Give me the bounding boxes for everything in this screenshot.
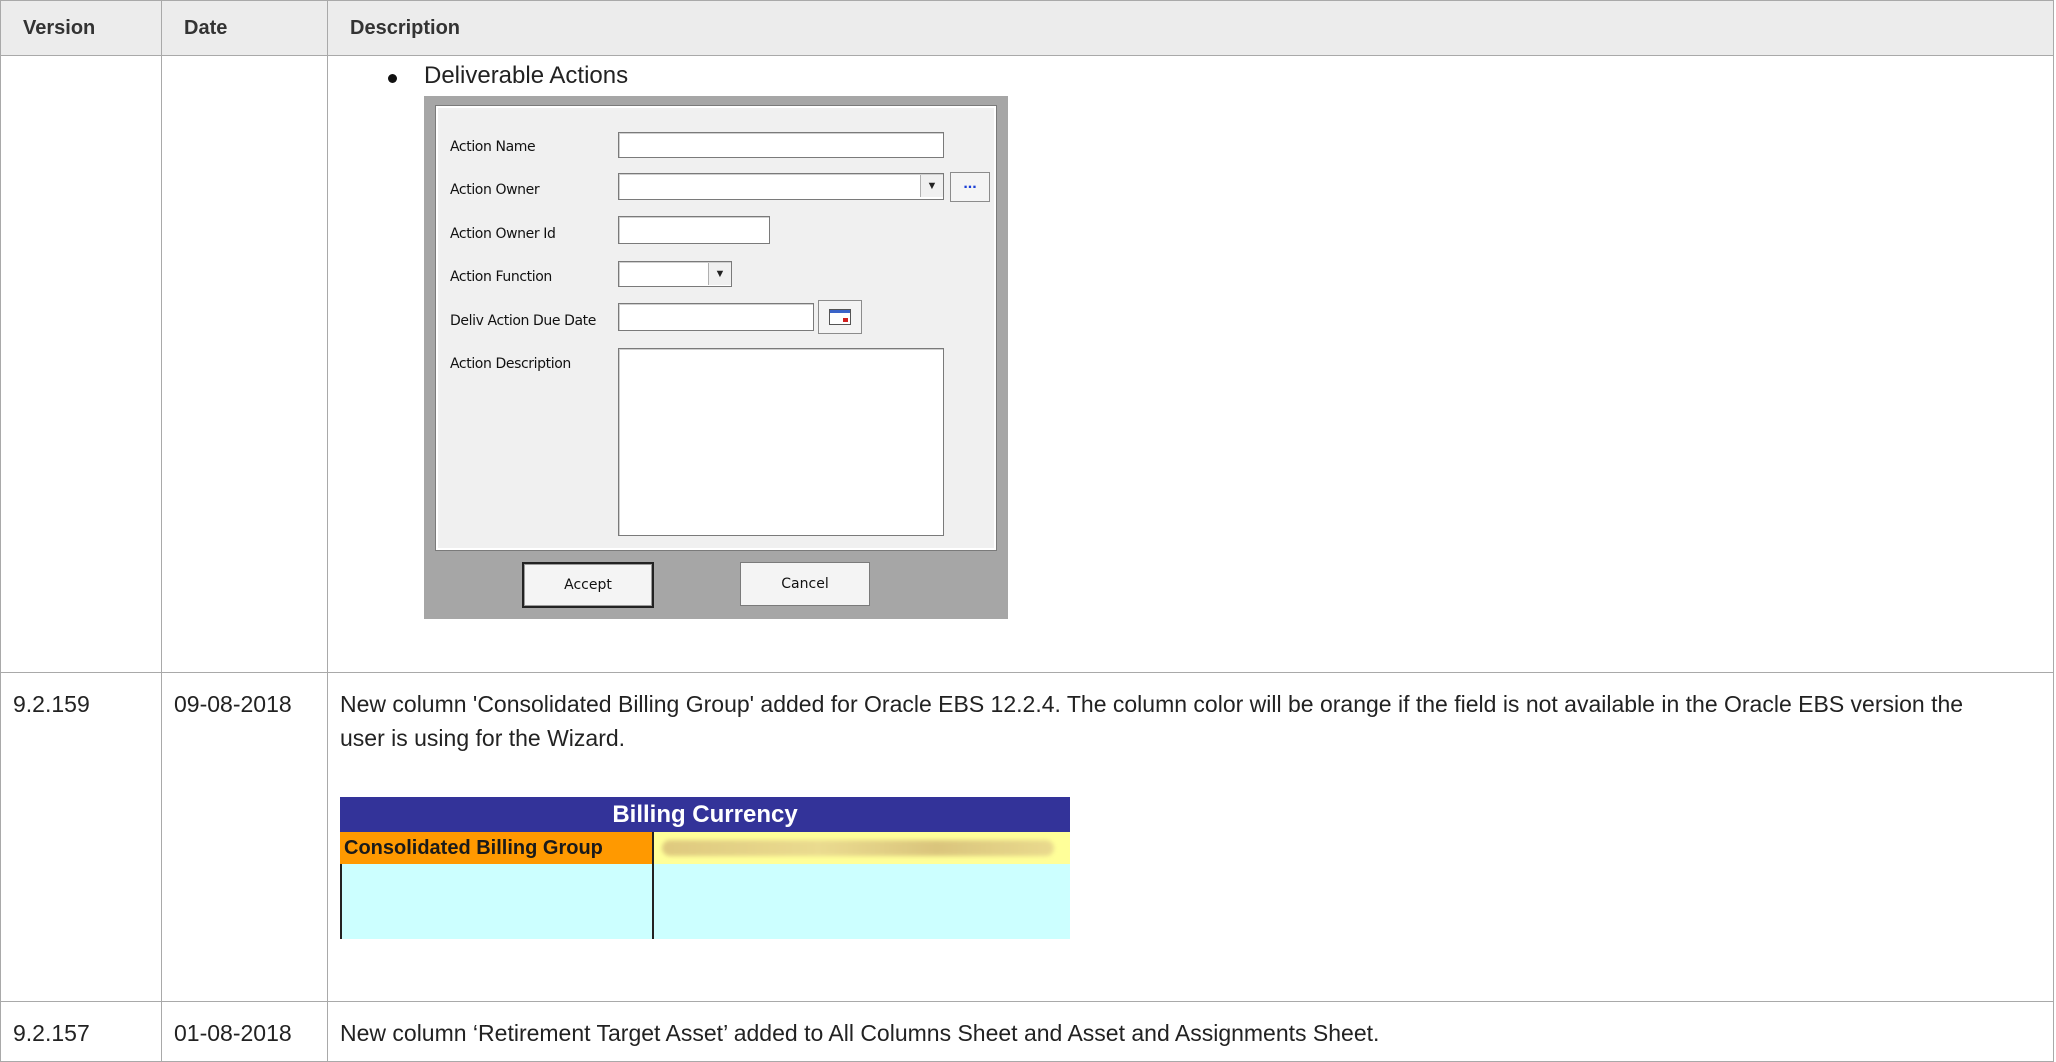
date-cell [161, 55, 328, 673]
header-description: Description [327, 0, 2054, 56]
table-header-row: Version Date Description [0, 0, 2054, 56]
description-text: New column 'Consolidated Billing Group' … [340, 691, 1964, 751]
billing-currency-header: Billing Currency [340, 797, 1070, 832]
calendar-icon [829, 309, 851, 325]
sheet-cell [340, 864, 654, 939]
deliv-action-due-date-input[interactable] [618, 303, 814, 331]
billing-currency-sheet-image: Billing Currency Consolidated Billing Gr… [340, 797, 1070, 941]
deliverable-actions-dialog: Action Name Action Owner ▼ ... Action Ow… [424, 96, 1008, 619]
action-function-label: Action Function [450, 269, 552, 285]
deliv-action-due-date-label: Deliv Action Due Date [450, 313, 596, 329]
action-description-textarea[interactable] [618, 348, 944, 536]
change-log-table: Version Date Description Deliverable Act… [0, 0, 2054, 1062]
header-date: Date [161, 0, 328, 56]
blurred-text [662, 840, 1054, 856]
bullet-item: Deliverable Actions [328, 56, 2053, 92]
chevron-down-icon: ▼ [708, 263, 731, 285]
action-name-input[interactable] [618, 132, 944, 158]
sheet-cell [654, 864, 1070, 939]
table-row: 9.2.159 09-08-2018 New column 'Consolida… [0, 672, 2054, 1002]
blurred-column-header [654, 832, 1070, 864]
accept-button[interactable]: Accept [522, 562, 654, 608]
version-cell [0, 55, 162, 673]
action-function-select[interactable]: ▼ [618, 261, 732, 287]
date-text: 01-08-2018 [174, 1020, 292, 1046]
bullet-text: Deliverable Actions [424, 62, 629, 89]
consolidated-billing-group-column: Consolidated Billing Group [340, 832, 654, 864]
version-text: 9.2.157 [13, 1020, 90, 1046]
date-cell: 09-08-2018 [161, 672, 328, 1002]
version-cell: 9.2.159 [0, 672, 162, 1002]
date-picker-button[interactable] [818, 300, 862, 334]
table-row: Deliverable Actions Action Name Action O… [0, 55, 2054, 673]
action-name-label: Action Name [450, 139, 536, 155]
action-owner-label: Action Owner [450, 182, 540, 198]
action-description-label: Action Description [450, 356, 571, 372]
date-cell: 01-08-2018 [161, 1001, 328, 1062]
cancel-button[interactable]: Cancel [740, 562, 870, 606]
description-cell: New column ‘Retirement Target Asset’ add… [327, 1001, 2054, 1062]
action-owner-id-input[interactable] [618, 216, 770, 244]
version-text: 9.2.159 [13, 691, 90, 717]
description-cell: New column 'Consolidated Billing Group' … [327, 672, 2054, 1002]
description-cell: Deliverable Actions Action Name Action O… [327, 55, 2054, 673]
bullet-icon [388, 74, 397, 83]
table-row: 9.2.157 01-08-2018 New column ‘Retiremen… [0, 1001, 2054, 1062]
action-owner-id-label: Action Owner Id [450, 226, 556, 242]
action-owner-lookup-button[interactable]: ... [950, 172, 990, 202]
version-cell: 9.2.157 [0, 1001, 162, 1062]
dialog-panel: Action Name Action Owner ▼ ... Action Ow… [435, 105, 997, 551]
date-text: 09-08-2018 [174, 691, 292, 717]
description-text: New column ‘Retirement Target Asset’ add… [340, 1020, 1380, 1046]
chevron-down-icon: ▼ [920, 175, 943, 197]
header-version: Version [0, 0, 162, 56]
action-owner-select[interactable]: ▼ [618, 173, 944, 200]
